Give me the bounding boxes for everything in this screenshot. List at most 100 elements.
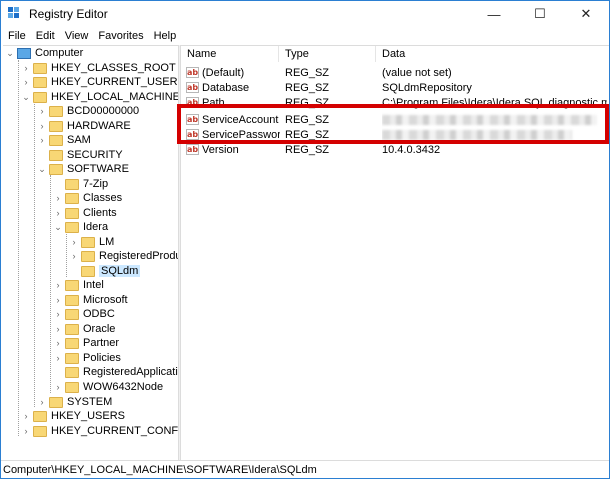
chevron-right-icon[interactable]: › <box>69 235 79 249</box>
chevron-right-icon[interactable]: › <box>37 133 47 147</box>
tree-item-7zip[interactable]: 7-Zip <box>53 177 108 191</box>
folder-icon <box>81 250 95 262</box>
column-header-data[interactable]: Data <box>376 46 609 62</box>
minimize-button[interactable]: — <box>471 1 517 27</box>
chevron-right-icon[interactable]: › <box>37 395 47 409</box>
maximize-button[interactable]: ☐ <box>517 1 563 27</box>
chevron-down-icon[interactable]: ⌄ <box>5 46 15 60</box>
close-button[interactable]: ✕ <box>563 1 609 27</box>
tree-label: Computer <box>35 47 84 59</box>
folder-icon <box>65 381 79 393</box>
window-title: Registry Editor <box>29 7 108 21</box>
chevron-right-icon[interactable]: › <box>21 61 31 75</box>
tree-item-partner[interactable]: › Partner <box>53 336 120 350</box>
chevron-right-icon[interactable]: › <box>53 336 63 350</box>
chevron-right-icon[interactable]: › <box>37 119 47 133</box>
tree-item-wow6432node[interactable]: › WOW6432Node <box>53 380 164 394</box>
folder-icon <box>65 294 79 306</box>
tree-item-intel[interactable]: › Intel <box>53 278 104 292</box>
column-header-type[interactable]: Type <box>279 46 376 62</box>
key-tree-pane[interactable]: ⌄ Computer › HKEY_CLASSES_ROOT › HKEY_CU… <box>3 45 178 460</box>
menu-favorites[interactable]: Favorites <box>93 30 148 42</box>
tree-item-hkey-classes-root[interactable]: › HKEY_CLASSES_ROOT <box>21 61 176 75</box>
folder-icon <box>49 134 63 146</box>
tree-item-clients[interactable]: › Clients <box>53 206 117 220</box>
chevron-right-icon[interactable]: › <box>53 351 63 365</box>
chevron-right-icon[interactable]: › <box>21 409 31 423</box>
chevron-down-icon[interactable]: ⌄ <box>37 162 47 176</box>
folder-icon <box>65 308 79 320</box>
tree-label: SOFTWARE <box>67 163 129 175</box>
value-row[interactable]: ab Version REG_SZ 10.4.0.3432 <box>181 142 609 157</box>
folder-icon <box>65 221 79 233</box>
tree-item-bcd[interactable]: › BCD00000000 <box>37 104 140 118</box>
tree-item-hardware[interactable]: › HARDWARE <box>37 119 131 133</box>
tree-item-idera[interactable]: ⌄ Idera <box>53 220 108 234</box>
value-data: SQLdmRepository <box>382 81 472 94</box>
tree-label: RegisteredApplication <box>83 366 178 378</box>
tree-item-registeredapplication[interactable]: RegisteredApplication <box>53 365 178 379</box>
status-path: Computer\HKEY_LOCAL_MACHINE\SOFTWARE\Ide… <box>3 463 317 476</box>
tree-item-hkey-current-config[interactable]: › HKEY_CURRENT_CONFIG <box>21 424 179 438</box>
chevron-right-icon[interactable]: › <box>53 278 63 292</box>
tree-item-security[interactable]: SECURITY <box>37 148 123 162</box>
value-row[interactable]: ab (Default) REG_SZ (value not set) <box>181 65 609 80</box>
menu-file[interactable]: File <box>3 30 31 42</box>
tree-item-sqldm[interactable]: SQLdm <box>69 264 141 278</box>
folder-icon <box>49 105 63 117</box>
chevron-right-icon[interactable]: › <box>21 424 31 438</box>
registry-app-icon <box>8 7 22 21</box>
tree-label: LM <box>99 236 115 248</box>
value-type: REG_SZ <box>285 143 330 156</box>
value-data: 10.4.0.3432 <box>382 143 441 156</box>
tree-label: BCD00000000 <box>67 105 140 117</box>
menu-help[interactable]: Help <box>149 30 182 42</box>
tree-label: HKEY_CLASSES_ROOT <box>51 62 176 74</box>
tree-item-hkey-local-machine[interactable]: ⌄ HKEY_LOCAL_MACHINE <box>21 90 178 104</box>
value-name: Version <box>202 143 239 156</box>
tree-item-hkey-users[interactable]: › HKEY_USERS <box>21 409 125 423</box>
column-header-name[interactable]: Name <box>181 46 279 62</box>
tree-item-classes[interactable]: › Classes <box>53 191 123 205</box>
tree-label: SYSTEM <box>67 396 113 408</box>
tree-item-odbc[interactable]: › ODBC <box>53 307 115 321</box>
tree-item-oracle[interactable]: › Oracle <box>53 322 116 336</box>
tree-label: Partner <box>83 337 120 349</box>
chevron-right-icon[interactable]: › <box>53 206 63 220</box>
tree-item-hkey-current-user[interactable]: › HKEY_CURRENT_USER <box>21 75 178 89</box>
chevron-down-icon[interactable]: ⌄ <box>21 90 31 104</box>
tree-label: SECURITY <box>67 149 123 161</box>
value-row[interactable]: ab Database REG_SZ SQLdmRepository <box>181 80 609 95</box>
chevron-down-icon[interactable]: ⌄ <box>53 220 63 234</box>
folder-icon <box>65 207 79 219</box>
value-type: REG_SZ <box>285 81 330 94</box>
computer-icon <box>17 47 31 59</box>
chevron-right-icon[interactable]: › <box>53 322 63 336</box>
menu-edit[interactable]: Edit <box>31 30 60 42</box>
tree-item-sam[interactable]: › SAM <box>37 133 91 147</box>
folder-icon <box>65 323 79 335</box>
chevron-right-icon[interactable]: › <box>37 104 47 118</box>
chevron-right-icon[interactable]: › <box>53 380 63 394</box>
chevron-placeholder <box>53 177 63 191</box>
menu-view[interactable]: View <box>60 30 94 42</box>
tree-item-lm[interactable]: › LM <box>69 235 115 249</box>
tree-item-microsoft[interactable]: › Microsoft <box>53 293 128 307</box>
tree-item-registeredproduc[interactable]: › RegisteredProduc <box>69 249 179 263</box>
tree-item-policies[interactable]: › Policies <box>53 351 121 365</box>
chevron-right-icon[interactable]: › <box>69 249 79 263</box>
string-value-icon: ab <box>186 144 199 155</box>
folder-icon <box>33 76 47 88</box>
chevron-right-icon[interactable]: › <box>21 75 31 89</box>
chevron-right-icon[interactable]: › <box>53 293 63 307</box>
red-highlight-annotation <box>177 104 609 144</box>
tree-item-system[interactable]: › SYSTEM <box>37 395 113 409</box>
tree-item-computer[interactable]: ⌄ Computer <box>5 46 83 60</box>
chevron-placeholder <box>69 264 79 278</box>
title-bar: Registry Editor — ☐ ✕ <box>1 1 609 27</box>
chevron-right-icon[interactable]: › <box>53 307 63 321</box>
chevron-right-icon[interactable]: › <box>53 191 63 205</box>
folder-icon <box>49 396 63 408</box>
tree-item-software[interactable]: ⌄ SOFTWARE <box>37 162 129 176</box>
folder-icon <box>65 337 79 349</box>
